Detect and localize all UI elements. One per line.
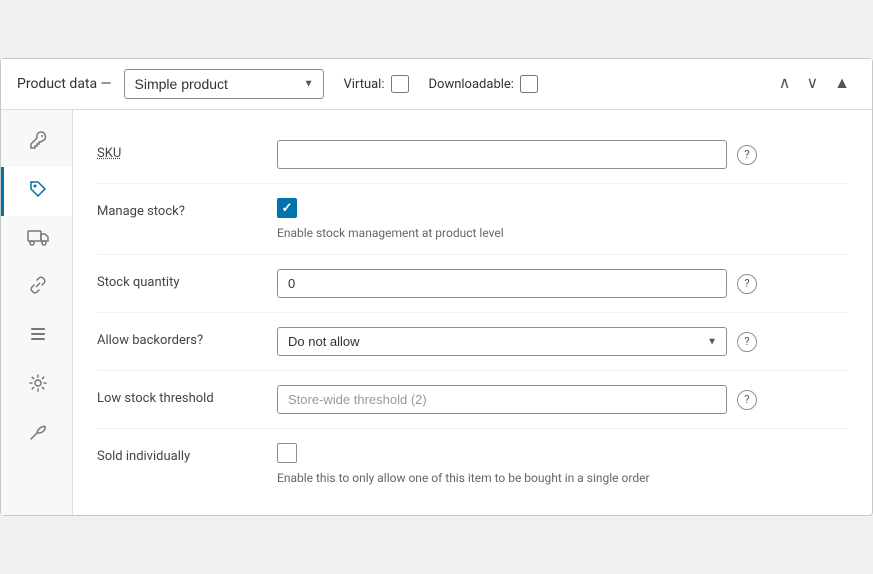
- low-stock-threshold-input[interactable]: [277, 385, 727, 414]
- low-stock-threshold-label: Low stock threshold: [97, 385, 277, 406]
- gear-icon: [28, 373, 48, 398]
- downloadable-checkbox[interactable]: [520, 75, 538, 93]
- tag-icon: [28, 179, 48, 204]
- collapse-button[interactable]: ▲: [828, 72, 856, 96]
- sidebar-item-inventory[interactable]: [1, 167, 72, 216]
- sold-individually-field: Enable this to only allow one of this it…: [277, 443, 848, 485]
- downloadable-group: Downloadable:: [429, 75, 538, 93]
- truck-icon: [27, 228, 49, 251]
- sku-field: ?: [277, 140, 848, 169]
- manage-stock-label: Manage stock?: [97, 198, 277, 219]
- sidebar-item-general[interactable]: [1, 118, 72, 167]
- low-stock-threshold-row: Low stock threshold ?: [97, 371, 848, 429]
- product-type-wrapper[interactable]: Simple product Variable product Grouped …: [124, 69, 324, 99]
- low-stock-threshold-field: ?: [277, 385, 848, 414]
- sku-input[interactable]: [277, 140, 727, 169]
- tool-icon: [28, 422, 48, 447]
- sidebar: [1, 110, 73, 515]
- sku-label: SKU: [97, 140, 277, 161]
- sku-input-row: ?: [277, 140, 848, 169]
- stock-quantity-input[interactable]: [277, 269, 727, 298]
- sidebar-item-attributes[interactable]: [1, 312, 72, 361]
- sidebar-item-others[interactable]: [1, 410, 72, 459]
- sold-individually-hint: Enable this to only allow one of this it…: [277, 471, 848, 485]
- sold-individually-row: Sold individually Enable this to only al…: [97, 429, 848, 499]
- allow-backorders-label: Allow backorders?: [97, 327, 277, 348]
- low-stock-threshold-input-row: ?: [277, 385, 848, 414]
- stock-quantity-input-row: ?: [277, 269, 848, 298]
- manage-stock-field: Enable stock management at product level: [277, 198, 848, 240]
- stock-quantity-help-icon[interactable]: ?: [737, 274, 757, 294]
- stock-quantity-field: ?: [277, 269, 848, 298]
- sold-individually-checkbox[interactable]: [277, 443, 297, 463]
- wrench-icon: [28, 130, 48, 155]
- low-stock-threshold-help-icon[interactable]: ?: [737, 390, 757, 410]
- stock-quantity-row: Stock quantity ?: [97, 255, 848, 313]
- panel-body: SKU ? Manage stock? Enable stock managem…: [1, 110, 872, 515]
- manage-stock-row: Manage stock? Enable stock management at…: [97, 184, 848, 255]
- header-actions: ∧ ∨ ▲: [773, 72, 856, 96]
- downloadable-label: Downloadable:: [429, 77, 514, 92]
- manage-stock-hint: Enable stock management at product level: [277, 226, 848, 240]
- sku-row: SKU ?: [97, 126, 848, 184]
- stock-quantity-label: Stock quantity: [97, 269, 277, 290]
- virtual-label: Virtual:: [344, 77, 385, 92]
- allow-backorders-select-wrapper[interactable]: Do not allow Allow, but notify customer …: [277, 327, 727, 356]
- sidebar-item-shipping[interactable]: [1, 216, 72, 263]
- link-icon: [28, 275, 48, 300]
- sidebar-item-advanced[interactable]: [1, 361, 72, 410]
- allow-backorders-help-icon[interactable]: ?: [737, 332, 757, 352]
- form-content: SKU ? Manage stock? Enable stock managem…: [73, 110, 872, 515]
- move-down-button[interactable]: ∨: [800, 72, 824, 96]
- manage-stock-checkbox[interactable]: [277, 198, 297, 218]
- allow-backorders-input-row: Do not allow Allow, but notify customer …: [277, 327, 848, 356]
- product-type-select[interactable]: Simple product Variable product Grouped …: [124, 69, 324, 99]
- product-data-panel: Product data — Simple product Variable p…: [0, 58, 873, 516]
- sku-help-icon[interactable]: ?: [737, 145, 757, 165]
- panel-header: Product data — Simple product Variable p…: [1, 59, 872, 110]
- sold-individually-label: Sold individually: [97, 443, 277, 464]
- sidebar-item-linked[interactable]: [1, 263, 72, 312]
- virtual-checkbox[interactable]: [391, 75, 409, 93]
- move-up-button[interactable]: ∧: [773, 72, 797, 96]
- allow-backorders-field: Do not allow Allow, but notify customer …: [277, 327, 848, 356]
- list-icon: [28, 324, 48, 349]
- allow-backorders-select[interactable]: Do not allow Allow, but notify customer …: [277, 327, 727, 356]
- virtual-group: Virtual:: [344, 75, 409, 93]
- allow-backorders-row: Allow backorders? Do not allow Allow, bu…: [97, 313, 848, 371]
- panel-title: Product data —: [17, 76, 112, 92]
